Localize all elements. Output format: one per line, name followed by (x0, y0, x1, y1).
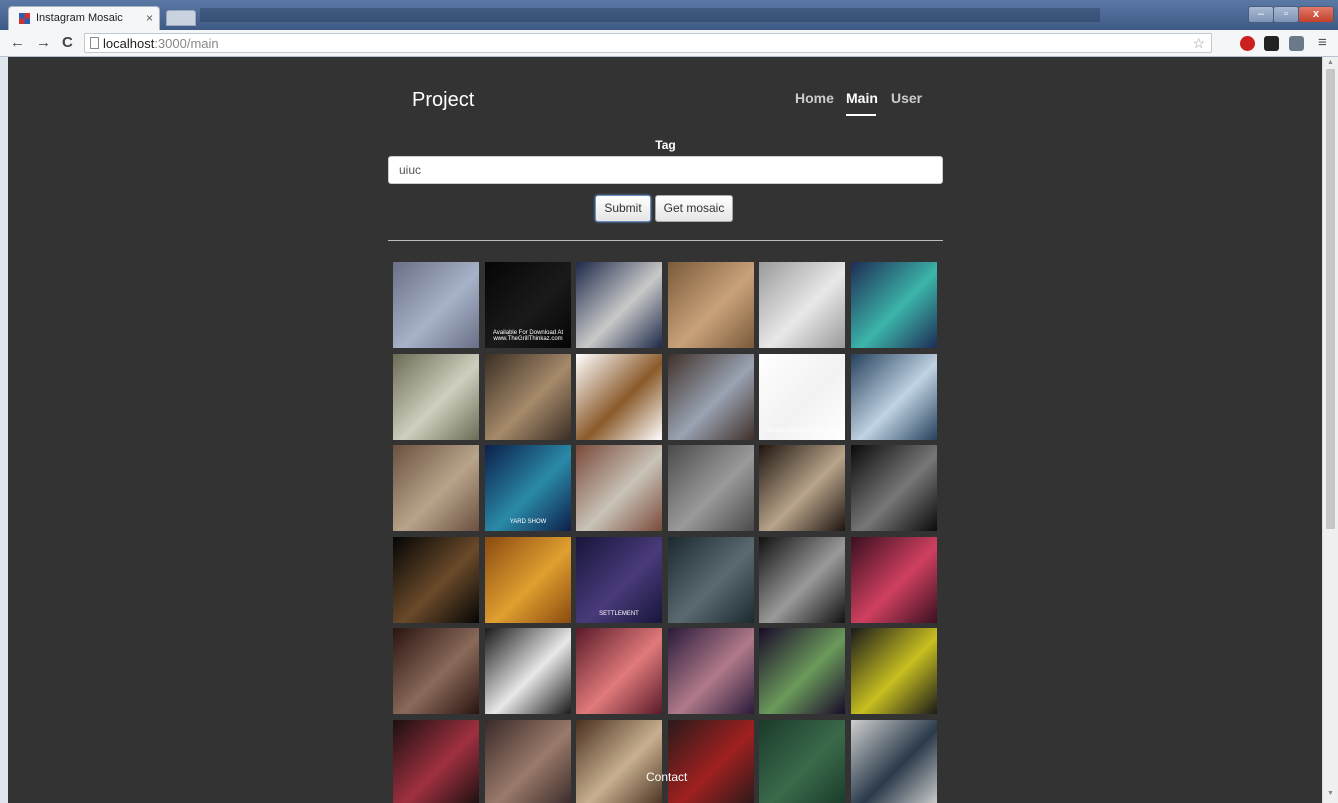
photo-two-men-suits[interactable] (485, 628, 571, 714)
photo-dark-stage[interactable] (393, 537, 479, 623)
instagram-mosaic-favicon-icon (19, 13, 30, 24)
page-icon (90, 37, 99, 49)
photo-tree-branches[interactable] (851, 354, 937, 440)
url-path: :3000/main (154, 36, 219, 51)
page-scrollbar[interactable]: ▲ ▼ (1322, 57, 1338, 803)
window-close-button[interactable]: x (1298, 6, 1334, 23)
nav-user[interactable]: User (891, 90, 922, 106)
back-arrow-icon[interactable]: ← (10, 34, 25, 51)
active-nav-indicator (846, 114, 876, 116)
photo-winter-creek[interactable] (668, 354, 754, 440)
photo-download-flyer[interactable]: Available For Download At www.TheGrillTh… (485, 262, 571, 348)
forward-arrow-icon[interactable]: → (36, 34, 51, 51)
photo-group-collage[interactable] (485, 720, 571, 803)
photo-food-plate[interactable] (851, 720, 937, 803)
photo-aerial-silks[interactable] (393, 262, 479, 348)
photo-cartoon-turkey[interactable] (576, 354, 662, 440)
bookmark-star-icon[interactable]: ☆ (1192, 35, 1205, 52)
photo-polo-shirts[interactable] (576, 262, 662, 348)
photo-chalk-writing[interactable] (851, 445, 937, 531)
photo-woman-green-wall[interactable] (759, 628, 845, 714)
address-bar[interactable]: localhost:3000/main ☆ (84, 33, 1212, 53)
photo-chalkboard-menu[interactable] (668, 537, 754, 623)
opera-extension-icon[interactable] (1240, 36, 1255, 51)
window-maximize-button[interactable]: ▫ (1273, 6, 1299, 23)
title-bar-background (200, 8, 1100, 22)
url-text: localhost:3000/main (103, 36, 219, 51)
scroll-up-icon[interactable]: ▲ (1327, 59, 1334, 66)
photo-study-room[interactable] (393, 445, 479, 531)
photo-three-men[interactable] (668, 720, 754, 803)
tab-close-icon[interactable]: × (146, 11, 153, 25)
nav-main[interactable]: Main (846, 90, 878, 106)
photo-illini-shirts[interactable] (851, 262, 937, 348)
photo-cake[interactable] (759, 445, 845, 531)
chrome-menu-icon[interactable]: ≡ (1318, 34, 1327, 51)
photo-sign-protest[interactable] (393, 720, 479, 803)
window-minimize-button[interactable]: – (1248, 6, 1274, 23)
photo-chalkboard-quote[interactable] (759, 720, 845, 803)
photo-friends-couch[interactable] (576, 445, 662, 531)
nav-home[interactable]: Home (795, 90, 834, 106)
get-mosaic-button[interactable]: Get mosaic (655, 195, 733, 222)
tile-caption: Jubilee Mediterranean Grill (766, 428, 838, 434)
browser-title-bar (0, 0, 1338, 30)
scrollbar-thumb[interactable] (1326, 69, 1335, 529)
photo-pizza-display[interactable] (668, 262, 754, 348)
photo-party-lights[interactable] (851, 537, 937, 623)
photo-bar-interior[interactable] (393, 628, 479, 714)
new-tab-button[interactable] (166, 10, 196, 26)
brand-title[interactable]: Project (412, 89, 474, 112)
photo-snowy-church[interactable] (759, 262, 845, 348)
photo-portrait-bw[interactable] (759, 537, 845, 623)
tag-input[interactable] (388, 156, 943, 184)
tile-caption: SETTLEMENT (599, 611, 639, 617)
contact-link[interactable]: Contact (646, 770, 687, 784)
photo-autumn-tree[interactable] (485, 537, 571, 623)
tag-label: Tag (655, 138, 676, 152)
photo-girls-selfie[interactable] (576, 628, 662, 714)
scroll-down-icon[interactable]: ▼ (1327, 790, 1334, 797)
reload-icon[interactable]: C (62, 34, 73, 51)
photo-takeover-flyer[interactable]: SETTLEMENT (576, 537, 662, 623)
page-viewport: Project Home Main User Tag Submit Get mo… (8, 57, 1322, 803)
photo-crowd-event[interactable] (668, 628, 754, 714)
browser-tab[interactable]: Instagram Mosaic × (8, 6, 160, 30)
photo-dog-on-floor[interactable] (668, 445, 754, 531)
tile-caption: YARD SHOW (509, 519, 547, 525)
browser-toolbar: ← → C localhost:3000/main ☆ ≡ (0, 30, 1338, 57)
photo-two-people-door[interactable] (576, 720, 662, 803)
photo-restaurant-logo[interactable]: Jubilee Mediterranean Grill (759, 354, 845, 440)
photo-diploma[interactable] (393, 354, 479, 440)
photo-talent-show-flyer[interactable]: YARD SHOW (485, 445, 571, 531)
tile-caption: Available For Download At www.TheGrillTh… (492, 330, 564, 342)
url-host: localhost (103, 36, 155, 51)
monitor-extension-icon[interactable] (1289, 36, 1304, 51)
tab-title: Instagram Mosaic (36, 12, 123, 24)
submit-button[interactable]: Submit (595, 195, 651, 222)
form-divider (388, 240, 943, 241)
photo-rooster[interactable] (485, 354, 571, 440)
photo-yellow-dress[interactable] (851, 628, 937, 714)
d-extension-icon[interactable] (1264, 36, 1279, 51)
